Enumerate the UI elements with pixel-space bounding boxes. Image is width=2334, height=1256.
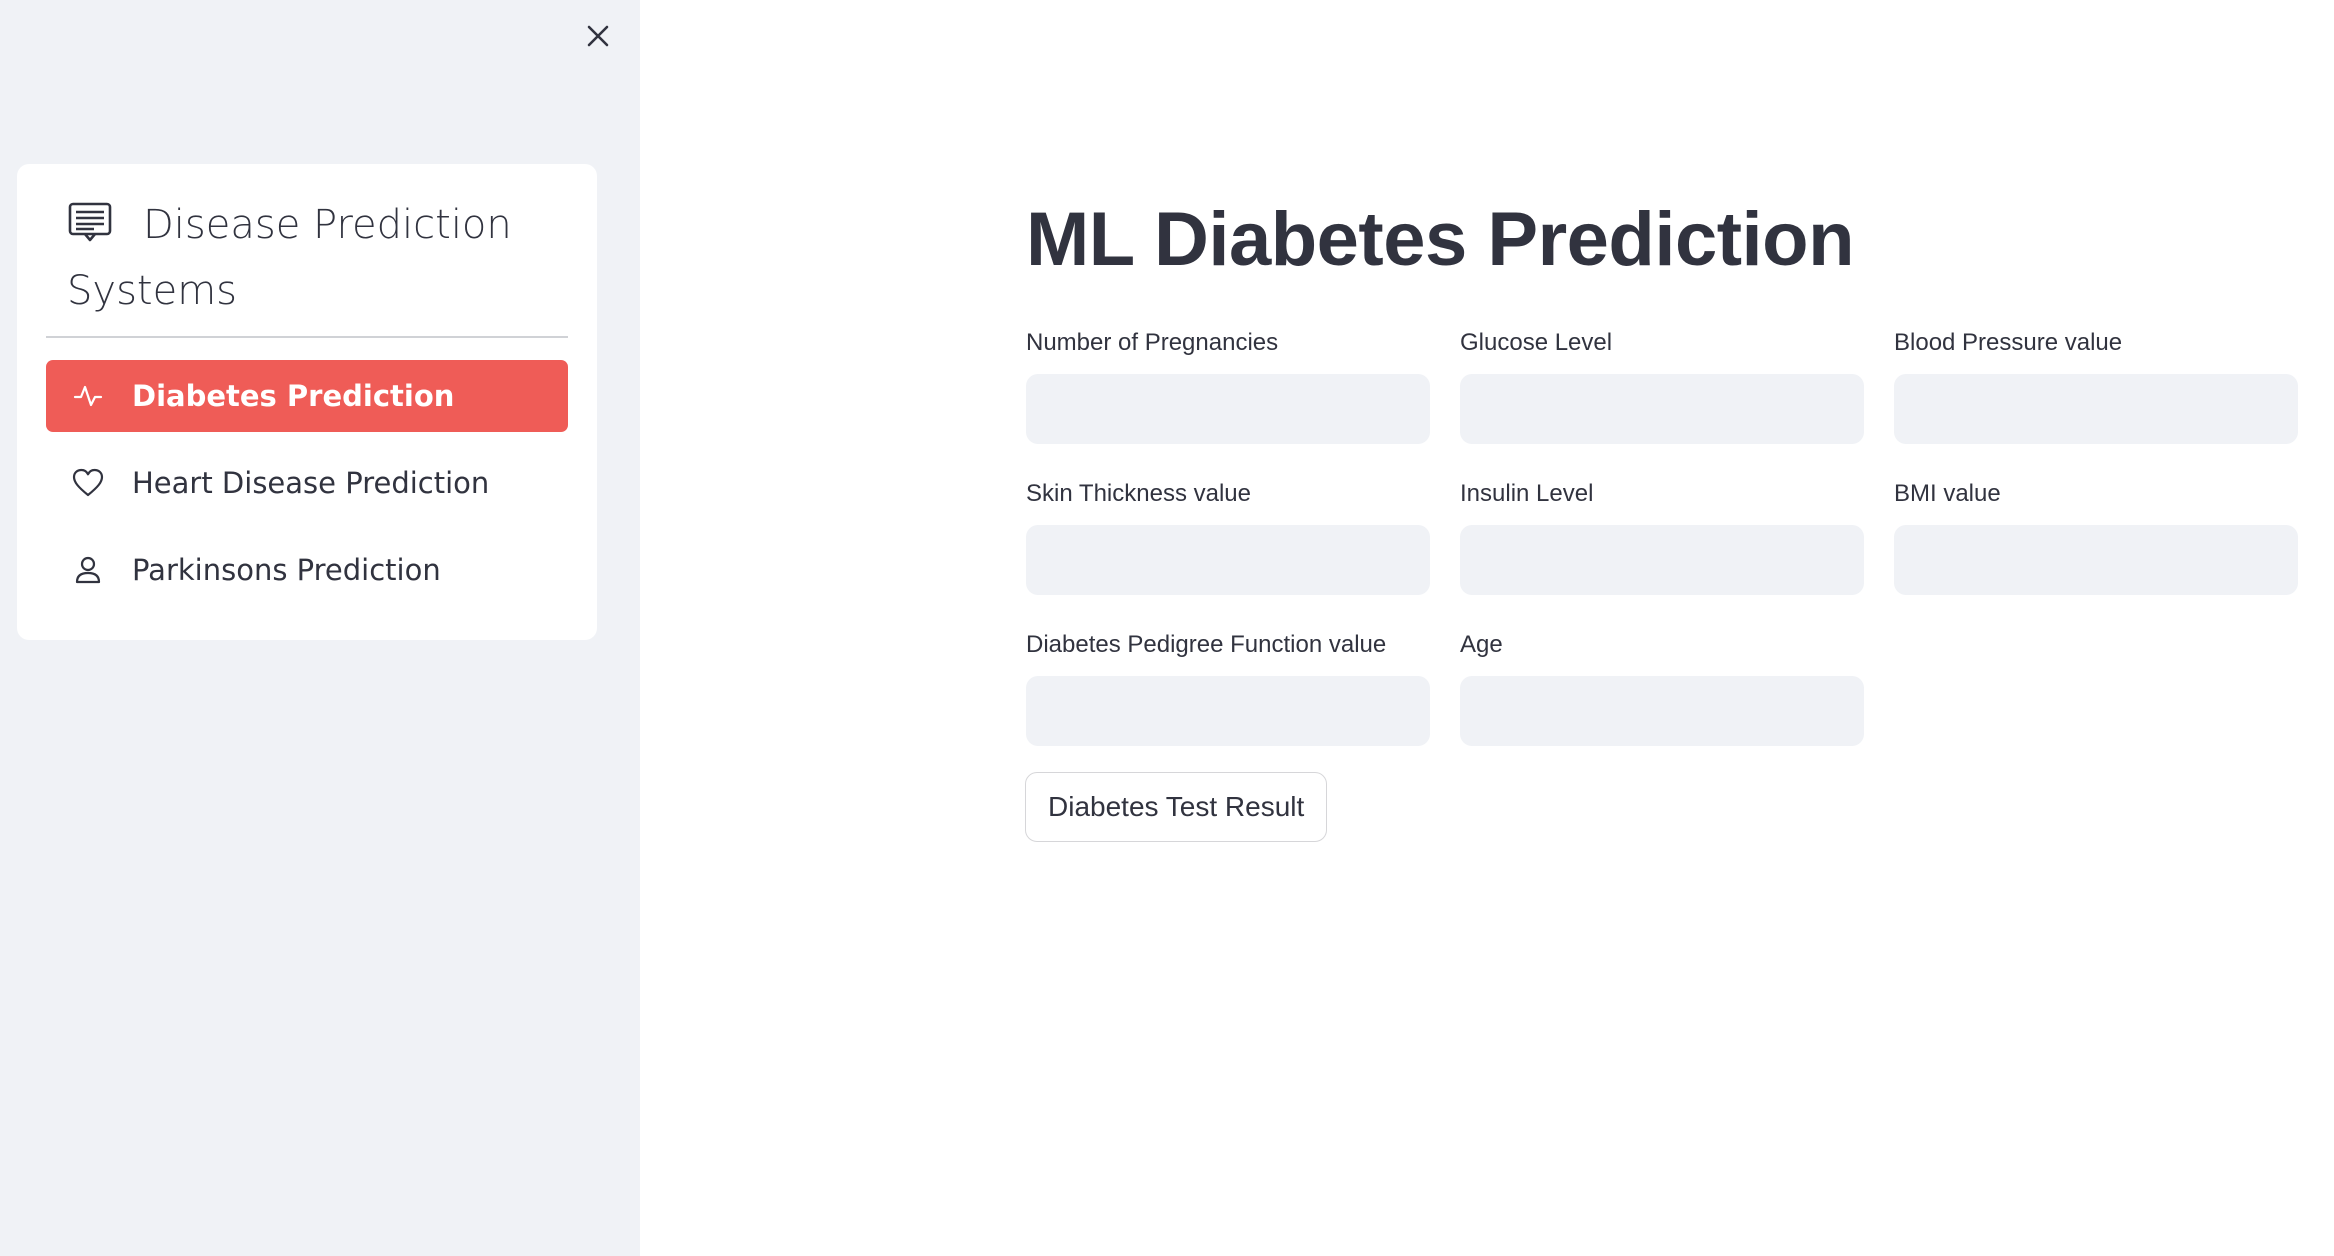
field-label: Glucose Level: [1460, 329, 1613, 356]
person-icon: [72, 554, 104, 586]
menu-title: Disease Prediction Systems: [67, 202, 512, 314]
skin-thickness-field: Skin Thickness value: [1026, 477, 1430, 595]
glucose-input[interactable]: [1460, 374, 1864, 444]
field-label: Blood Pressure value: [1894, 329, 2123, 356]
field-label: Number of Pregnancies: [1026, 329, 1279, 356]
menu-item-parkinsons-prediction[interactable]: Parkinsons Prediction: [46, 534, 568, 606]
close-icon: [587, 25, 609, 47]
menu-divider: [46, 336, 568, 338]
menu-item-diabetes-prediction[interactable]: Diabetes Prediction: [46, 360, 568, 432]
field-label: Diabetes Pedigree Function value: [1026, 631, 1387, 658]
pedigree-function-input[interactable]: [1026, 676, 1430, 746]
bmi-field: BMI value: [1894, 477, 2298, 595]
bmi-input[interactable]: [1894, 525, 2298, 595]
insulin-input[interactable]: [1460, 525, 1864, 595]
age-input[interactable]: [1460, 676, 1864, 746]
field-label: Skin Thickness value: [1026, 480, 1251, 507]
main-content: ML Diabetes Prediction Number of Pregnan…: [640, 0, 2334, 1256]
sidebar: Disease Prediction Systems Diabetes Pred…: [0, 0, 640, 1256]
activity-icon: [72, 380, 104, 412]
app: Disease Prediction Systems Diabetes Pred…: [0, 0, 2334, 1256]
blood-pressure-input[interactable]: [1894, 374, 2298, 444]
age-field: Age: [1460, 628, 1864, 746]
blood-pressure-field: Blood Pressure value: [1894, 326, 2298, 444]
pregnancies-field: Number of Pregnancies: [1026, 326, 1430, 444]
pedigree-function-field: Diabetes Pedigree Function value: [1026, 628, 1430, 746]
menu-item-heart-disease-prediction[interactable]: Heart Disease Prediction: [46, 447, 568, 519]
skin-thickness-input[interactable]: [1026, 525, 1430, 595]
menu-item-label: Heart Disease Prediction: [132, 466, 490, 500]
field-label: BMI value: [1894, 480, 2001, 507]
heart-icon: [72, 467, 104, 499]
page-title: ML Diabetes Prediction: [1026, 197, 1855, 282]
field-label: Age: [1460, 631, 1503, 658]
close-sidebar-button[interactable]: [580, 18, 616, 54]
option-menu: Disease Prediction Systems Diabetes Pred…: [17, 164, 597, 640]
glucose-field: Glucose Level: [1460, 326, 1864, 444]
diabetes-test-result-button[interactable]: Diabetes Test Result: [1025, 772, 1328, 842]
menu-item-label: Parkinsons Prediction: [132, 553, 441, 587]
insulin-field: Insulin Level: [1460, 477, 1864, 595]
menu-icon: [68, 202, 112, 242]
menu-header: Disease Prediction Systems: [67, 192, 567, 324]
field-label: Insulin Level: [1460, 480, 1594, 507]
menu-item-label: Diabetes Prediction: [132, 379, 455, 413]
pregnancies-input[interactable]: [1026, 374, 1430, 444]
